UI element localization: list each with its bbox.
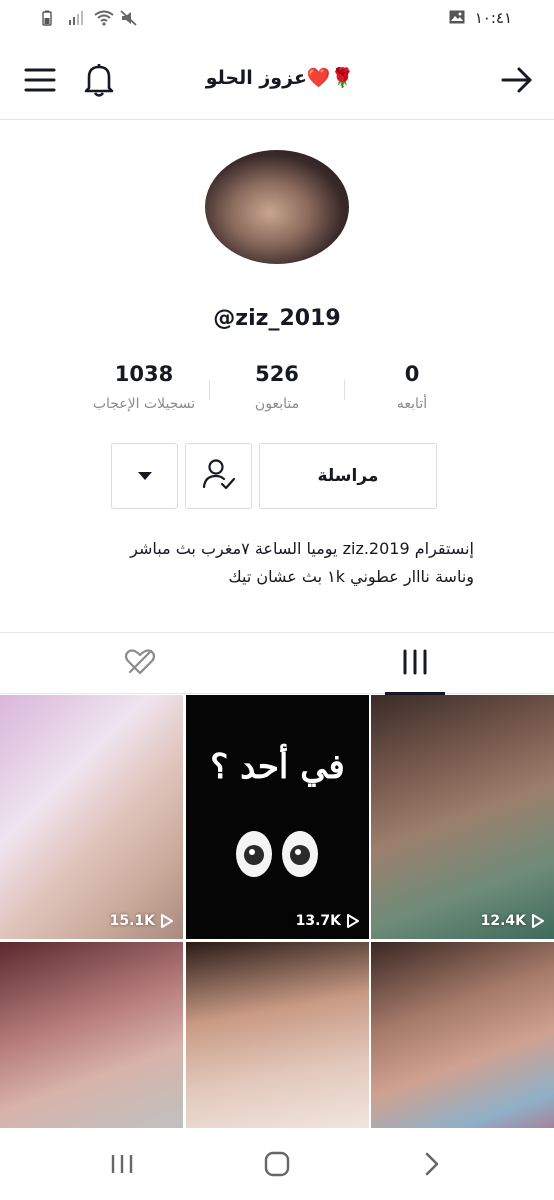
profile-actions: مراسلة xyxy=(0,443,554,511)
followers-count: 526 xyxy=(255,362,299,386)
thumbnail-text: في أحد ؟ xyxy=(210,747,345,787)
following-label: أتابعه xyxy=(396,396,428,412)
play-icon xyxy=(347,914,359,928)
home-icon[interactable] xyxy=(257,1148,297,1180)
stat-following[interactable]: 0 أتابعه xyxy=(342,362,482,412)
play-icon xyxy=(161,914,173,928)
system-nav-bar xyxy=(0,1128,554,1200)
eye-graphic xyxy=(236,831,272,877)
gallery-icon xyxy=(449,10,467,26)
bio: إنستقرام ziz.2019 يوميا الساعة ٧مغرب بث … xyxy=(40,535,474,591)
view-count-text: 13.7K xyxy=(295,913,341,929)
tab-videos[interactable] xyxy=(355,633,475,695)
grid-icon xyxy=(402,649,428,679)
video-thumbnail[interactable]: في أحد ؟ 13.7K xyxy=(186,695,369,939)
video-grid: 15.1K في أحد ؟ 13.7K 12.4K xyxy=(0,695,554,1186)
recents-icon[interactable] xyxy=(102,1148,142,1180)
message-button[interactable]: مراسلة xyxy=(259,443,437,509)
view-count-text: 15.1K xyxy=(109,913,155,929)
bio-line: وناسة نااار عطوني ١k بث عشان تيك xyxy=(228,567,474,586)
wifi-icon xyxy=(94,10,114,26)
bio-line: إنستقرام ziz.2019 يوميا الساعة ٧مغرب بث … xyxy=(130,539,474,558)
more-options-button[interactable] xyxy=(111,443,178,509)
view-count-text: 12.4K xyxy=(480,913,526,929)
back-icon[interactable] xyxy=(412,1148,452,1180)
arrow-right-icon[interactable] xyxy=(500,64,534,96)
stat-followers[interactable]: 526 متابعون xyxy=(207,362,347,412)
menu-icon[interactable] xyxy=(24,66,56,94)
caret-down-icon xyxy=(137,467,153,486)
view-count: 15.1K xyxy=(110,913,173,929)
clock: ١٠:٤١ xyxy=(474,9,512,27)
play-icon xyxy=(532,914,544,928)
profile-header: عزوز الحلو❤️🌹 xyxy=(0,40,554,120)
user-check-icon xyxy=(202,458,236,494)
avatar-image xyxy=(205,150,349,264)
status-bar: ١٠:٤١ xyxy=(0,0,554,40)
video-thumbnail[interactable]: 12.4K xyxy=(371,695,554,939)
following-count: 0 xyxy=(404,362,420,386)
hidden-heart-icon xyxy=(124,648,156,680)
username: @ziz_2019 xyxy=(213,306,341,331)
likes-count: 1038 xyxy=(114,362,174,386)
stat-likes[interactable]: 1038 تسجيلات الإعجاب xyxy=(74,362,214,412)
view-count: 12.4K xyxy=(481,913,544,929)
battery-icon xyxy=(42,10,60,26)
following-status-button[interactable] xyxy=(185,443,252,509)
signal-icon xyxy=(68,10,86,26)
eye-graphic xyxy=(282,831,318,877)
content-tabs xyxy=(0,632,554,695)
tab-liked[interactable] xyxy=(80,633,200,695)
avatar[interactable] xyxy=(205,150,349,264)
followers-label: متابعون xyxy=(254,396,300,412)
mute-icon xyxy=(120,10,138,26)
page-title: عزوز الحلو❤️🌹 xyxy=(205,67,355,89)
profile-stats: 1038 تسجيلات الإعجاب 526 متابعون 0 أتابع… xyxy=(0,362,554,422)
video-thumbnail[interactable]: 15.1K xyxy=(0,695,183,939)
view-count: 13.7K xyxy=(296,913,359,929)
likes-label: تسجيلات الإعجاب xyxy=(92,396,196,412)
bell-icon[interactable] xyxy=(82,62,116,98)
